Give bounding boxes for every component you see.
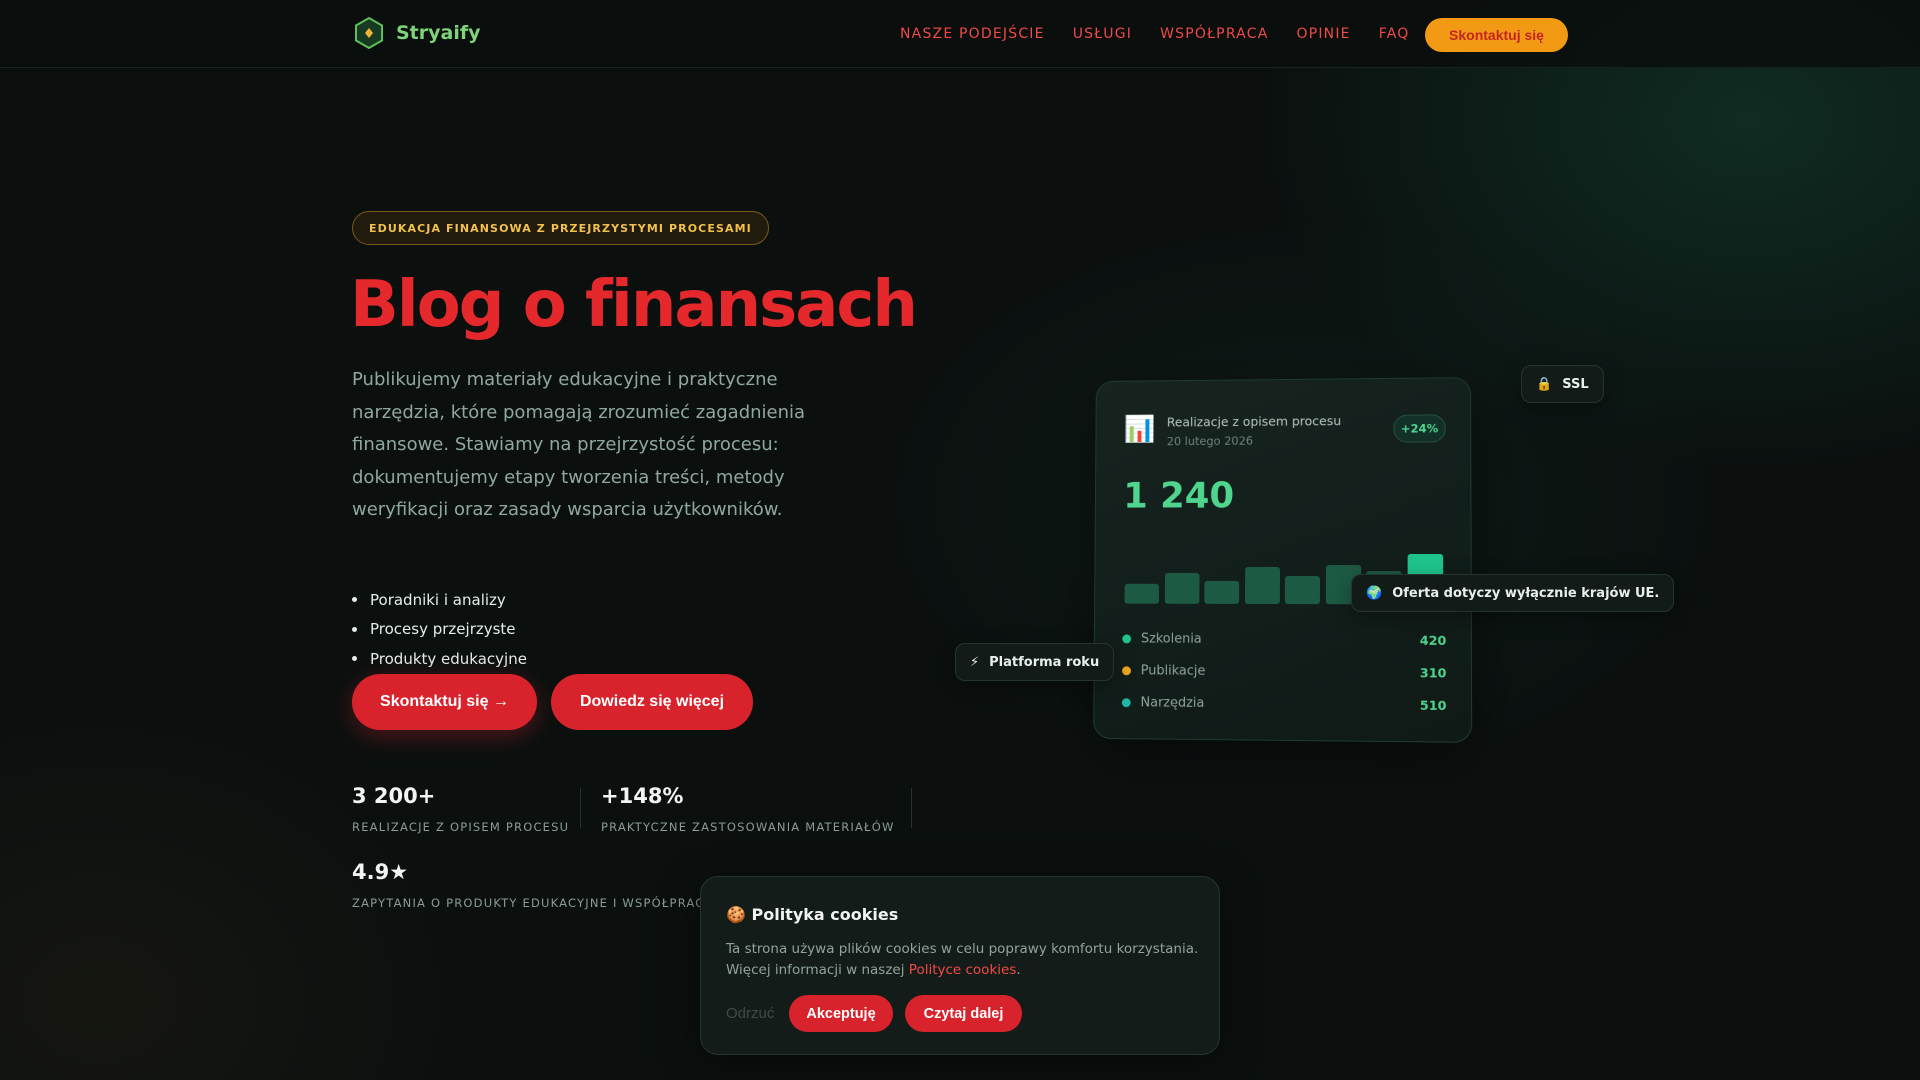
feature-item: Procesy przejrzyste bbox=[352, 615, 527, 645]
stat-divider bbox=[911, 788, 912, 828]
nav-link-approach[interactable]: NASZE PODEJŚCIE bbox=[900, 26, 1045, 42]
cookie-accept-button[interactable]: Akceptuję bbox=[789, 995, 893, 1032]
legend-row: Publikacje 310 bbox=[1122, 660, 1446, 682]
mini-chart-bar bbox=[1244, 566, 1280, 605]
stat-rating: 4.9★ ZAPYTANIA O PRODUKTY EDUKACYJNE I W… bbox=[352, 860, 713, 910]
cookie-text: Ta strona używa plików cookies w celu po… bbox=[726, 939, 1201, 981]
eu-label: Oferta dotyczy wyłącznie krajów UE. bbox=[1392, 585, 1660, 601]
logo-text: Stryaify bbox=[396, 22, 481, 44]
stat-realizations: 3 200+ REALIZACJE Z OPISEM PROCESU bbox=[352, 784, 569, 834]
cookie-text-end: . bbox=[1016, 962, 1021, 978]
stat-label: REALIZACJE Z OPISEM PROCESU bbox=[352, 820, 570, 834]
nav-link-cooperation[interactable]: WSPÓŁPRACA bbox=[1160, 26, 1268, 42]
nav-link-services[interactable]: USŁUGI bbox=[1073, 26, 1132, 42]
ssl-chip: 🔒 SSL bbox=[1521, 365, 1604, 403]
hexagon-logo-icon bbox=[352, 16, 386, 50]
platform-label: Platforma roku bbox=[989, 654, 1100, 670]
stat-value: +148% bbox=[601, 784, 684, 808]
legend-row: Szkolenia 420 bbox=[1122, 628, 1446, 650]
stat-label: PRAKTYCZNE ZASTOSOWANIA MATERIAŁÓW bbox=[601, 820, 895, 834]
mini-chart-bar bbox=[1284, 576, 1320, 605]
legend-label: Szkolenia bbox=[1140, 631, 1202, 647]
logo[interactable]: Stryaify bbox=[352, 16, 481, 50]
cookie-policy-link[interactable]: Polityce cookies bbox=[909, 962, 1017, 978]
lightning-icon: ⚡ bbox=[970, 654, 980, 670]
nav-contact-button[interactable]: Skontaktuj się bbox=[1425, 18, 1568, 52]
hero-badge: EDUKACJA FINANSOWA Z PRZEJRZYSTYMI PROCE… bbox=[352, 211, 769, 245]
hero-description: Publikujemy materiały edukacyjne i prakt… bbox=[352, 369, 806, 520]
feature-item: Poradniki i analizy bbox=[352, 585, 527, 615]
ssl-label: SSL bbox=[1562, 376, 1589, 392]
eu-chip: 🌍 Oferta dotyczy wyłącznie krajów UE. bbox=[1351, 574, 1675, 612]
cookie-title: 🍪 Polityka cookies bbox=[726, 905, 899, 924]
legend-label: Publikacje bbox=[1140, 662, 1206, 679]
legend-dot bbox=[1122, 665, 1131, 675]
legend-value: 510 bbox=[1419, 697, 1447, 713]
top-navbar: Stryaify NASZE PODEJŚCIE USŁUGI WSPÓŁPRA… bbox=[0, 0, 1920, 68]
learn-more-button[interactable]: Dowiedz się więcej bbox=[551, 674, 753, 730]
lock-icon: 🔒 bbox=[1536, 376, 1553, 392]
cookie-read-more-button[interactable]: Czytaj dalej bbox=[905, 995, 1022, 1032]
mini-chart-bar bbox=[1124, 583, 1160, 604]
feature-item: Produkty edukacyjne bbox=[352, 644, 527, 674]
bar-chart-icon: 📊 bbox=[1123, 414, 1156, 445]
card-total: 1 240 bbox=[1123, 475, 1235, 517]
contact-button[interactable]: Skontaktuj się → bbox=[352, 674, 537, 730]
nav-link-reviews[interactable]: OPINIE bbox=[1296, 26, 1350, 42]
page-title: Blog o finansach bbox=[350, 268, 918, 342]
stat-value: 4.9★ bbox=[352, 860, 409, 884]
mini-chart-bar bbox=[1164, 572, 1200, 604]
legend-value: 420 bbox=[1419, 632, 1447, 648]
legend-row: Narzędzia 510 bbox=[1121, 692, 1447, 715]
change-badge: +24% bbox=[1393, 414, 1446, 443]
nav-links: NASZE PODEJŚCIE USŁUGI WSPÓŁPRACA OPINIE… bbox=[900, 26, 1409, 42]
legend-label: Narzędzia bbox=[1140, 694, 1205, 711]
platform-chip: ⚡ Platforma roku bbox=[955, 643, 1115, 681]
card-date: 20 lutego 2026 bbox=[1166, 433, 1254, 449]
stat-value: 3 200+ bbox=[352, 784, 436, 808]
cookie-decline-button[interactable]: Odrzuć bbox=[726, 1005, 774, 1022]
legend-dot bbox=[1122, 633, 1132, 643]
stat-growth: +148% PRAKTYCZNE ZASTOSOWANIA MATERIAŁÓW bbox=[601, 784, 895, 834]
stat-divider bbox=[580, 788, 581, 828]
cookie-banner: 🍪 Polityka cookies Ta strona używa plikó… bbox=[700, 876, 1220, 1055]
nav-link-faq[interactable]: FAQ bbox=[1379, 26, 1410, 42]
legend-dot bbox=[1121, 697, 1131, 707]
globe-icon: 🌍 bbox=[1366, 585, 1383, 601]
stat-label: ZAPYTANIA O PRODUKTY EDUKACYJNE I WSPÓŁP… bbox=[352, 896, 713, 910]
legend-value: 310 bbox=[1419, 664, 1447, 681]
mini-chart-bar bbox=[1204, 581, 1240, 604]
feature-list: Poradniki i analizy Procesy przejrzyste … bbox=[352, 585, 527, 674]
dashboard-card: 📊 Realizacje z opisem procesu 20 lutego … bbox=[1093, 377, 1473, 743]
card-title: Realizacje z opisem procesu bbox=[1166, 413, 1342, 430]
